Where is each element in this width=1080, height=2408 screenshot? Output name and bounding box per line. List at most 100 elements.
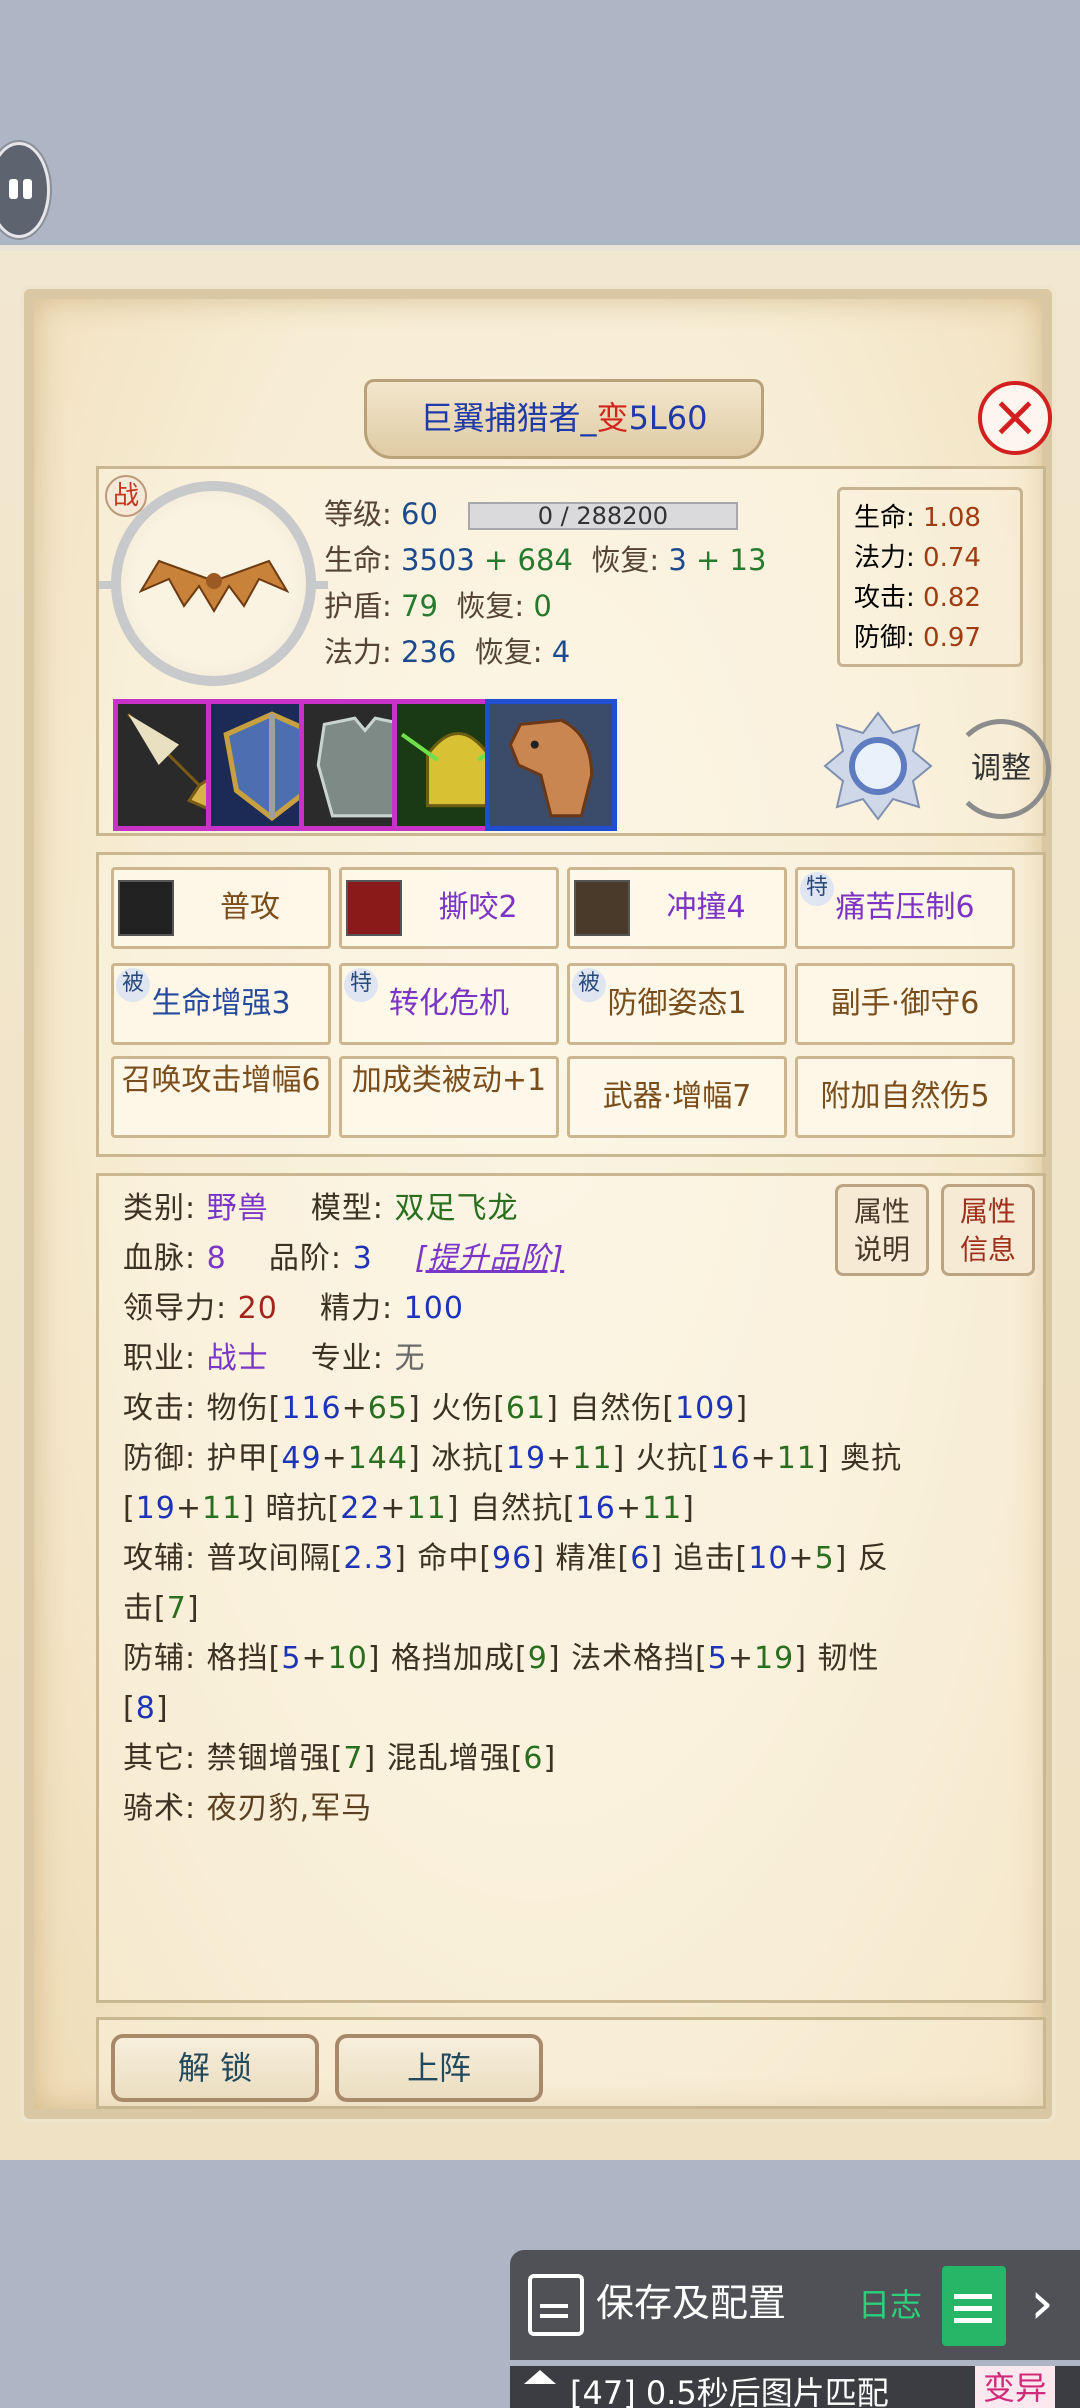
attribute-segment: 11: [776, 1441, 817, 1476]
hp-value: 3503: [401, 543, 475, 577]
sword-icon: [118, 880, 174, 936]
skill-slot[interactable]: 普攻: [111, 867, 331, 949]
skill-label: 召唤攻击增幅6: [121, 1063, 321, 1098]
skill-label: 附加自然伤5: [820, 1079, 990, 1114]
attribute-segment: 11: [572, 1441, 613, 1476]
attribute-segment: 普攻间隔[: [206, 1541, 344, 1576]
attribute-segment: ]: [543, 1741, 557, 1776]
skill-slot[interactable]: 被生命增强3: [111, 963, 331, 1045]
attribute-segment: 19: [754, 1641, 795, 1676]
skill-slot[interactable]: 特痛苦压制6: [795, 867, 1015, 949]
button-line: 信息: [959, 1233, 1016, 1266]
attribute-segment: 9: [527, 1641, 548, 1676]
attribute-segment: ] 奥抗: [816, 1441, 903, 1476]
attribute-segment: ] 混乱增强[: [363, 1741, 524, 1776]
bloodline-label: 血脉:: [123, 1241, 197, 1276]
defense-label: 防御:: [123, 1441, 197, 1476]
skill-slot[interactable]: 武器·增幅7: [567, 1056, 787, 1138]
shield-value: 79: [401, 589, 438, 623]
defense-row-continued: [19+11] 暗抗[22+11] 自然抗[16+11]: [123, 1484, 1023, 1534]
other-label: 其它:: [123, 1741, 197, 1776]
attribute-segment: +: [727, 1641, 755, 1676]
attribute-segment: 击[: [123, 1591, 167, 1626]
level-value: 60: [401, 497, 438, 531]
rune-seal-icon[interactable]: [823, 711, 933, 821]
grade-label: 品阶:: [268, 1241, 343, 1276]
skill-label: 转化危机: [389, 986, 509, 1021]
spec-label: 专业:: [310, 1341, 384, 1376]
attribute-segment: ] 自然抗[: [446, 1491, 576, 1526]
growth-coefficients: 生命: 1.08 法力: 0.74 攻击: 0.82 防御: 0.97: [837, 487, 1023, 667]
energy-value: 100: [403, 1291, 464, 1326]
attribute-segment: 116: [281, 1391, 342, 1426]
status-tag: 变异: [975, 2366, 1055, 2408]
attack-label: 攻击:: [123, 1391, 197, 1426]
attribute-segment: ] 法术格挡[: [547, 1641, 708, 1676]
save-config-button[interactable]: 保存及配置: [596, 2272, 786, 2327]
skill-slot[interactable]: 副手·御守6: [795, 963, 1015, 1045]
attribute-description-button[interactable]: 属性 说明: [835, 1184, 929, 1276]
pet-name-title: 巨翼捕猎者_变5L60: [364, 379, 764, 459]
skill-slot[interactable]: 冲撞4: [567, 867, 787, 949]
bloodline-value: 8: [206, 1241, 227, 1276]
attribute-segment: [: [123, 1691, 136, 1726]
document-icon: [528, 2274, 584, 2336]
title-highlight: 变: [596, 399, 629, 437]
attribute-segment: 护甲[: [206, 1441, 282, 1476]
attack-aux-label: 攻辅:: [123, 1541, 197, 1576]
attribute-segment: 16: [575, 1491, 616, 1526]
dragon-icon: [139, 559, 289, 613]
attribute-info-button[interactable]: 属性 信息: [941, 1184, 1035, 1276]
skill-label: 武器·增幅7: [602, 1079, 752, 1114]
type-value: 野兽: [206, 1191, 269, 1226]
charge-icon: [574, 880, 630, 936]
shield-label: 护盾:: [324, 589, 392, 623]
log-button[interactable]: 日志: [858, 2280, 922, 2326]
unlock-button[interactable]: 解 锁: [111, 2034, 319, 2102]
attribute-segment: 6: [630, 1541, 651, 1576]
status-bar: [47] 0.5秒后图片匹配 变异: [510, 2366, 1080, 2408]
hp-regen-value: 3: [668, 543, 687, 577]
close-button[interactable]: ×: [978, 381, 1052, 455]
attribute-segment: 96: [492, 1541, 533, 1576]
attribute-segment: 10: [748, 1541, 789, 1576]
coef-value: 0.82: [923, 583, 981, 613]
deploy-button[interactable]: 上阵: [335, 2034, 543, 2102]
panel-frame: 巨翼捕猎者_变5L60 × 战 等级: 60 0 / 288200 生命: 350…: [24, 289, 1052, 2119]
chevron-right-icon[interactable]: ›: [1030, 2268, 1054, 2338]
attribute-segment: +: [615, 1491, 642, 1526]
adjust-button[interactable]: 调整: [951, 719, 1051, 819]
attribute-segment: ] 格挡加成[: [367, 1641, 528, 1676]
skill-slot[interactable]: 被防御姿态1: [567, 963, 787, 1045]
attribute-segment: 7: [166, 1591, 187, 1626]
button-line: 属性: [959, 1195, 1016, 1228]
skill-slot[interactable]: 召唤攻击增幅6: [111, 1056, 331, 1138]
grade-value: 3: [352, 1241, 373, 1276]
role-badge: 战: [105, 475, 147, 517]
caret-up-icon[interactable]: [524, 2370, 556, 2384]
horse-icon: [490, 704, 612, 826]
upgrade-grade-link[interactable]: [提升品阶]: [415, 1241, 564, 1276]
attribute-segment: +: [546, 1441, 573, 1476]
sheet-icon[interactable]: [942, 2266, 1006, 2346]
skill-slot[interactable]: 加成类被动+1: [339, 1056, 559, 1138]
attribute-segment: ] 追击[: [650, 1541, 749, 1576]
pet-avatar[interactable]: [99, 481, 328, 686]
spec-value: 无: [394, 1341, 426, 1376]
attribute-segment: [: [123, 1491, 136, 1526]
skill-slot[interactable]: 撕咬2: [339, 867, 559, 949]
status-text: [47] 0.5秒后图片匹配: [570, 2374, 889, 2408]
attribute-segment: 11: [202, 1491, 243, 1526]
attribute-segment: 10: [327, 1641, 368, 1676]
attribute-segment: 19: [135, 1491, 176, 1526]
skill-slot[interactable]: 附加自然伤5: [795, 1056, 1015, 1138]
skill-slot[interactable]: 特转化危机: [339, 963, 559, 1045]
equip-slot-mount[interactable]: [485, 699, 617, 831]
skill-type-tag: 特: [800, 872, 834, 906]
save-config-toolbar: 保存及配置 日志 ›: [510, 2250, 1080, 2360]
skill-label: 加成类被动+1: [351, 1063, 547, 1098]
job-value: 战士: [206, 1341, 269, 1376]
coef-label: 防御:: [854, 623, 915, 653]
attribute-segment: ] 命中[: [394, 1541, 493, 1576]
skill-type-tag: 被: [572, 968, 606, 1002]
